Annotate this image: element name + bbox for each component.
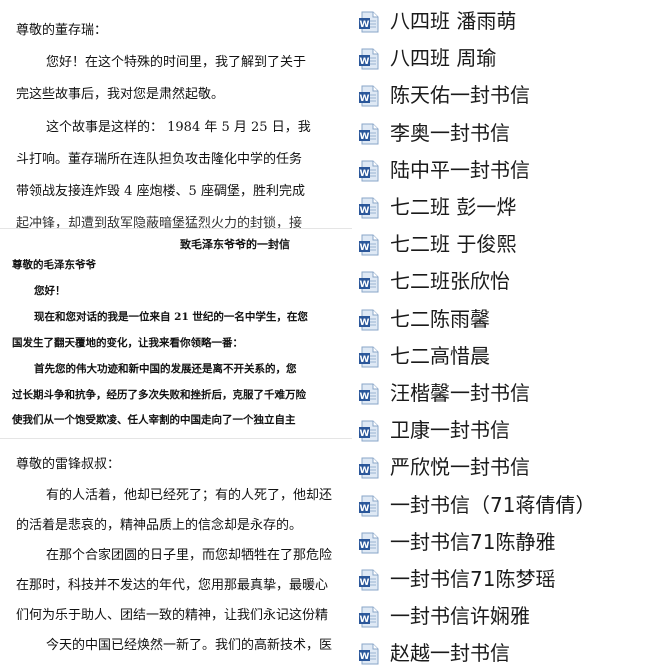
salutation: 尊敬的董存瑞： [16, 23, 108, 38]
word-document-icon: W [357, 494, 381, 518]
file-name: 李奥一封书信 [390, 120, 510, 145]
word-document-icon: W [357, 196, 381, 220]
file-name: 七二班 于俊熙 [390, 232, 517, 257]
word-document-icon: W [357, 456, 381, 480]
paragraph-line: 起冲锋，却遭到敌军隐蔽暗堡猛烈火力的封锁，接 [16, 216, 303, 228]
svg-text:W: W [360, 392, 370, 402]
file-name: 卫康一封书信 [390, 418, 510, 443]
file-name: 陈天佑一封书信 [390, 83, 530, 108]
greeting: 您好！ [34, 285, 66, 297]
paragraph-line: 在那个合家团圆的日子里，而您却牺牲在了那危险 [46, 548, 333, 563]
file-item[interactable]: W 七二班 彭一烨 [352, 190, 670, 226]
svg-text:W: W [360, 504, 370, 514]
file-name: 汪楷馨一封书信 [390, 381, 530, 405]
document-title: 致毛泽东爷爷的一封信 [180, 238, 290, 251]
word-document-icon: W [357, 10, 381, 34]
word-document-icon: W [357, 159, 381, 183]
paragraph-line: 完这些故事后，我对您是肃然起敬。 [16, 87, 225, 102]
paragraph-line: 有的人活着，他却已经死了；有的人死了，他却还 [46, 488, 333, 503]
file-name: 七二班 彭一烨 [390, 195, 517, 219]
file-name: 陆中平一封书信 [390, 157, 530, 182]
word-document-icon: W [357, 270, 381, 294]
svg-text:W: W [360, 280, 370, 290]
paragraph-line: 首先您的伟大功迹和新中国的发展还是离不开关系的，您 [34, 363, 297, 375]
file-item[interactable]: W 一封书信71陈梦瑶 [352, 562, 670, 598]
file-item[interactable]: W 李奥一封书信 [352, 116, 670, 152]
file-item[interactable]: W 汪楷馨一封书信 [352, 376, 670, 412]
paragraph-line: 的活着是悲哀的，精神品质上的信念却是永存的。 [16, 518, 303, 533]
file-name: 八四班 周瑜 [390, 46, 497, 71]
file-name: 七二高惜晨 [390, 343, 490, 368]
svg-text:W: W [360, 206, 370, 216]
word-document-icon: W [357, 122, 381, 146]
paragraph-line: 斗打响。董存瑞所在连队担负攻击隆化中学的任务 [16, 152, 303, 167]
file-name: 赵越一封书信 [390, 641, 510, 666]
file-item[interactable]: W 七二高惜晨 [352, 339, 670, 375]
word-document-icon: W [357, 47, 381, 71]
letter-to-dong-cunrui: 尊敬的董存瑞： 您好！在这个特殊的时间里，我了解到了关于 完这些故事后，我对您是… [0, 0, 352, 228]
file-item[interactable]: W 一封书信71陈静雅 [352, 525, 670, 561]
document-collage: 尊敬的董存瑞： 您好！在这个特殊的时间里，我了解到了关于 完这些故事后，我对您是… [0, 0, 352, 670]
paragraph-line: 带领战友接连炸毁 4 座炮楼、5 座碉堡，胜利完成 [16, 184, 305, 199]
file-item[interactable]: W 七二班张欣怡 [352, 264, 670, 300]
file-item[interactable]: W 一封书信（71蒋倩倩） [352, 488, 670, 524]
letter-to-mao-zedong: 致毛泽东爷爷的一封信 尊敬的毛泽东爷爷 您好！ 现在和您对话的我是一位来自 21… [0, 228, 352, 439]
paragraph-line: 今天的中国已经焕然一新了。我们的高新技术，医 [46, 638, 333, 653]
file-item[interactable]: W 八四班 潘雨萌 [352, 4, 670, 40]
file-name: 一封书信71陈梦瑶 [390, 567, 556, 591]
svg-text:W: W [360, 466, 370, 476]
svg-text:W: W [360, 429, 370, 439]
file-name: 八四班 潘雨萌 [390, 9, 517, 33]
svg-text:W: W [360, 243, 370, 253]
svg-text:W: W [360, 20, 370, 30]
file-list: W 八四班 潘雨萌 W 八四班 周瑜 W 陈天佑一封书信 W 李奥一封书信 W 陆中平一封书信 W 七… [352, 0, 670, 670]
svg-text:W: W [360, 169, 370, 179]
file-name: 严欣悦一封书信 [390, 455, 530, 480]
word-document-icon: W [357, 233, 381, 257]
word-document-icon: W [357, 642, 381, 666]
word-document-icon: W [357, 382, 381, 406]
paragraph-line: 们何为乐于助人、团结一致的精神，让我们永记这份精 [16, 608, 329, 623]
svg-text:W: W [360, 57, 370, 67]
svg-text:W: W [360, 94, 370, 104]
file-item[interactable]: W 七二班 于俊熙 [352, 227, 670, 263]
file-name: 一封书信（71蒋倩倩） [390, 492, 596, 517]
paragraph-line: 使我们从一个饱受欺凌、任人宰割的中国走向了一个独立自主 [12, 414, 296, 426]
paragraph-line: 国发生了翻天覆地的变化，让我来看你领略一番： [12, 337, 243, 349]
letter-to-lei-feng: 尊敬的雷锋叔叔： 有的人活着，他却已经死了；有的人死了，他却还 的活着是悲哀的，… [0, 438, 352, 670]
paragraph-line: 现在和您对话的我是一位来自 21 世纪的一名中学生，在您 [34, 311, 308, 323]
file-name: 一封书信71陈静雅 [390, 529, 556, 554]
file-item[interactable]: W 严欣悦一封书信 [352, 450, 670, 486]
file-item[interactable]: W 七二陈雨馨 [352, 302, 670, 338]
file-item[interactable]: W 陆中平一封书信 [352, 153, 670, 189]
word-document-icon: W [357, 531, 381, 555]
file-item[interactable]: W 卫康一封书信 [352, 413, 670, 449]
file-name: 七二陈雨馨 [390, 306, 490, 331]
svg-text:W: W [360, 615, 370, 625]
file-item[interactable]: W 赵越一封书信 [352, 636, 670, 670]
svg-text:W: W [360, 652, 370, 662]
svg-text:W: W [360, 578, 370, 588]
file-item[interactable]: W 八四班 周瑜 [352, 41, 670, 77]
paragraph-line: 过长期斗争和抗争，经历了多次失败和挫折后，克服了千难万险 [12, 389, 306, 401]
file-item[interactable]: W 一封书信许娴雅 [352, 599, 670, 635]
word-document-icon: W [357, 345, 381, 369]
file-item[interactable]: W 陈天佑一封书信 [352, 78, 670, 114]
svg-text:W: W [360, 541, 370, 551]
svg-text:W: W [360, 132, 370, 142]
paragraph-line: 在那时，科技并不发达的年代，您用那最真挚，最暖心 [16, 578, 329, 593]
word-document-icon: W [357, 84, 381, 108]
svg-text:W: W [360, 318, 370, 328]
word-document-icon: W [357, 419, 381, 443]
paragraph-line: 您好！在这个特殊的时间里，我了解到了关于 [46, 55, 307, 70]
file-name: 一封书信许娴雅 [390, 604, 530, 629]
file-name: 七二班张欣怡 [390, 269, 510, 294]
paragraph-line: 这个故事是这样的： 1984 年 5 月 25 日，我 [46, 120, 311, 135]
salutation: 尊敬的雷锋叔叔： [16, 457, 121, 472]
salutation: 尊敬的毛泽东爷爷 [12, 259, 96, 271]
svg-text:W: W [360, 355, 370, 365]
word-document-icon: W [357, 605, 381, 629]
word-document-icon: W [357, 568, 381, 592]
word-document-icon: W [357, 308, 381, 332]
